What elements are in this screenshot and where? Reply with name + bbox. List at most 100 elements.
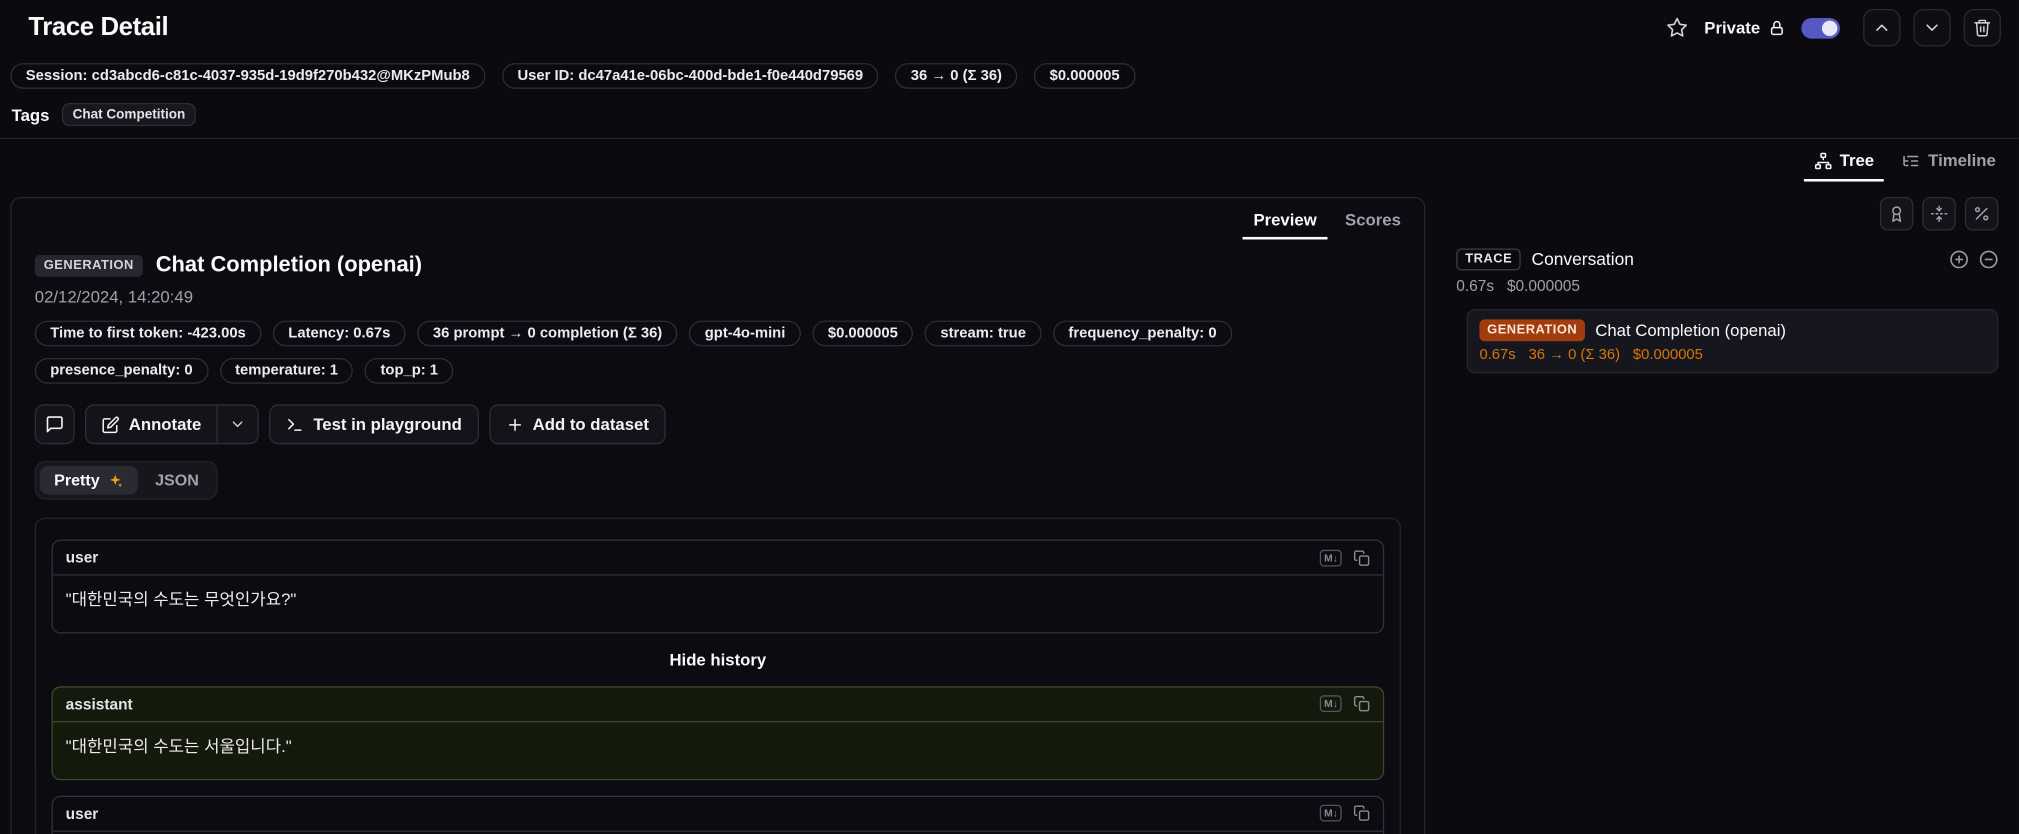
trace-latency: 0.67s xyxy=(1456,276,1495,295)
delete-trace-button[interactable] xyxy=(1963,9,2001,47)
node-latency: 0.67s xyxy=(1479,347,1516,364)
tag-badge[interactable]: Chat Competition xyxy=(62,103,196,127)
node-cost: $0.000005 xyxy=(1632,347,1703,364)
tab-tree-label: Tree xyxy=(1839,150,1875,170)
detail-body: GENERATION Chat Completion (openai) 02/1… xyxy=(12,239,1424,834)
token-usage-badge: 36 → 0 (Σ 36) xyxy=(895,63,1018,89)
total-cost-badge: $0.000005 xyxy=(1034,63,1136,89)
markdown-icon[interactable]: M↓ xyxy=(1320,695,1342,713)
fold-tree-button[interactable] xyxy=(1922,197,1956,231)
copy-button[interactable] xyxy=(1353,696,1370,713)
node-token-usage: 36 → 0 (Σ 36) xyxy=(1528,347,1621,364)
meta-pill-stream: stream: true xyxy=(924,320,1042,347)
trace-badge-row: Session: cd3abcd6-c81c-4037-935d-19d9f27… xyxy=(0,52,2019,91)
trace-metrics: 0.67s $0.000005 xyxy=(1456,277,1998,295)
plus-circle-icon xyxy=(1949,250,1968,269)
minus-circle-icon xyxy=(1979,250,1998,269)
privacy-control[interactable]: Private xyxy=(1704,18,1786,37)
page-title: Trace Detail xyxy=(28,12,169,42)
tree-expand-controls xyxy=(1949,250,1998,269)
markdown-icon[interactable]: M↓ xyxy=(1320,549,1342,566)
tab-scores[interactable]: Scores xyxy=(1335,207,1411,239)
message-header: user M↓ xyxy=(52,541,1383,576)
view-tabs: Tree Timeline xyxy=(0,139,2019,182)
trash-icon xyxy=(1973,18,1992,37)
trace-cost: $0.000005 xyxy=(1506,276,1581,295)
io-preview: user M↓ "대한민국의 수도는 무엇인가요?" Hide history … xyxy=(34,517,1401,834)
playground-label: Test in playground xyxy=(313,414,462,434)
trace-tree-panel: TRACE Conversation 0.67s $0.000005 GENER… xyxy=(1425,197,2008,374)
format-pretty-button[interactable]: Pretty xyxy=(39,466,139,495)
tree-node-generation[interactable]: GENERATION Chat Completion (openai) 0.67… xyxy=(1466,309,1999,374)
percent-icon xyxy=(1973,205,1991,223)
message-role: user xyxy=(65,548,99,567)
meta-pill-presence-penalty: presence_penalty: 0 xyxy=(34,357,209,384)
annotate-split-button: Annotate xyxy=(84,404,260,445)
add-to-dataset-button[interactable]: Add to dataset xyxy=(488,404,666,445)
user-id-badge[interactable]: User ID: dc47a41e-06bc-400d-bde1-f0e440d… xyxy=(502,63,879,89)
copy-button[interactable] xyxy=(1353,805,1370,822)
message-user-2: user M↓ "감사합니다 " xyxy=(51,795,1385,834)
copy-button[interactable] xyxy=(1353,549,1370,566)
tab-preview[interactable]: Preview xyxy=(1243,207,1328,240)
meta-pill-token-usage: 36 prompt → 0 completion (Σ 36) xyxy=(417,320,678,347)
observation-timestamp: 02/12/2024, 14:20:49 xyxy=(34,287,193,307)
tags-row: Tags Chat Competition xyxy=(0,90,2019,140)
edit-pen-icon xyxy=(102,415,120,433)
main-content: Preview Scores GENERATION Chat Completio… xyxy=(0,182,2019,834)
chevron-up-icon xyxy=(1872,18,1891,37)
previous-trace-button[interactable] xyxy=(1863,9,1901,47)
format-json-label: JSON xyxy=(155,471,199,490)
tree-node-title: Chat Completion (openai) xyxy=(1595,320,1787,340)
comment-bubble-icon xyxy=(45,415,64,434)
meta-pill-time-to-first-token: Time to first token: -423.00s xyxy=(34,320,262,347)
tree-root-row[interactable]: TRACE Conversation xyxy=(1456,248,1998,271)
meta-pill-model[interactable]: gpt-4o-mini xyxy=(689,320,801,347)
comments-button[interactable] xyxy=(34,404,75,445)
action-bar: Annotate Test in playground Add to datas… xyxy=(34,404,1401,445)
tab-timeline-label: Timeline xyxy=(1928,150,1996,170)
message-role: user xyxy=(65,804,99,823)
test-in-playground-button[interactable]: Test in playground xyxy=(269,404,479,445)
meta-pill-cost: $0.000005 xyxy=(812,320,914,347)
trace-title: Conversation xyxy=(1531,249,1634,270)
award-icon xyxy=(1888,205,1906,223)
meta-pill-latency: Latency: 0.67s xyxy=(272,320,406,347)
format-json-button[interactable]: JSON xyxy=(141,466,213,494)
format-toggle: Pretty JSON xyxy=(34,460,219,500)
observation-detail-card: Preview Scores GENERATION Chat Completio… xyxy=(10,197,1426,834)
markdown-icon[interactable]: M↓ xyxy=(1320,804,1342,822)
expand-all-button[interactable] xyxy=(1949,250,1968,269)
message-assistant: assistant M↓ "대한민국의 수도는 서울입니다." xyxy=(51,686,1385,780)
bookmark-star-button[interactable] xyxy=(1662,13,1692,43)
message-user-1: user M↓ "대한민국의 수도는 무엇인가요?" xyxy=(51,539,1385,634)
copy-icon xyxy=(1353,549,1370,566)
message-role: assistant xyxy=(65,695,133,714)
copy-icon xyxy=(1353,696,1370,713)
sparkles-icon xyxy=(107,472,124,489)
toggle-metrics-button[interactable] xyxy=(1964,197,1999,231)
message-tools: M↓ xyxy=(1320,804,1370,822)
annotate-dropdown-button[interactable] xyxy=(218,406,258,443)
fold-vertical-icon xyxy=(1930,205,1948,223)
tab-timeline[interactable]: Timeline xyxy=(1892,145,2006,181)
message-content: "대한민국의 수도는 서울입니다." xyxy=(65,736,292,756)
meta-pill-frequency-penalty: frequency_penalty: 0 xyxy=(1052,320,1233,347)
hide-history-button[interactable]: Hide history xyxy=(52,649,1385,671)
collapse-all-button[interactable] xyxy=(1979,250,1998,269)
tab-tree[interactable]: Tree xyxy=(1803,145,1885,182)
annotate-label: Annotate xyxy=(128,414,202,434)
format-pretty-label: Pretty xyxy=(54,471,100,490)
toggle-scores-button[interactable] xyxy=(1879,197,1914,231)
session-badge[interactable]: Session: cd3abcd6-c81c-4037-935d-19d9f27… xyxy=(10,63,486,89)
terminal-icon xyxy=(286,415,304,433)
header-actions: Private xyxy=(1662,9,2001,47)
message-header: assistant M↓ xyxy=(52,687,1383,723)
annotate-button[interactable]: Annotate xyxy=(86,406,216,443)
public-sharing-toggle[interactable] xyxy=(1801,17,1840,38)
add-to-dataset-label: Add to dataset xyxy=(532,414,649,434)
tags-label: Tags xyxy=(11,104,50,125)
message-tools: M↓ xyxy=(1320,549,1370,566)
privacy-label: Private xyxy=(1704,18,1761,38)
next-trace-button[interactable] xyxy=(1913,9,1951,47)
